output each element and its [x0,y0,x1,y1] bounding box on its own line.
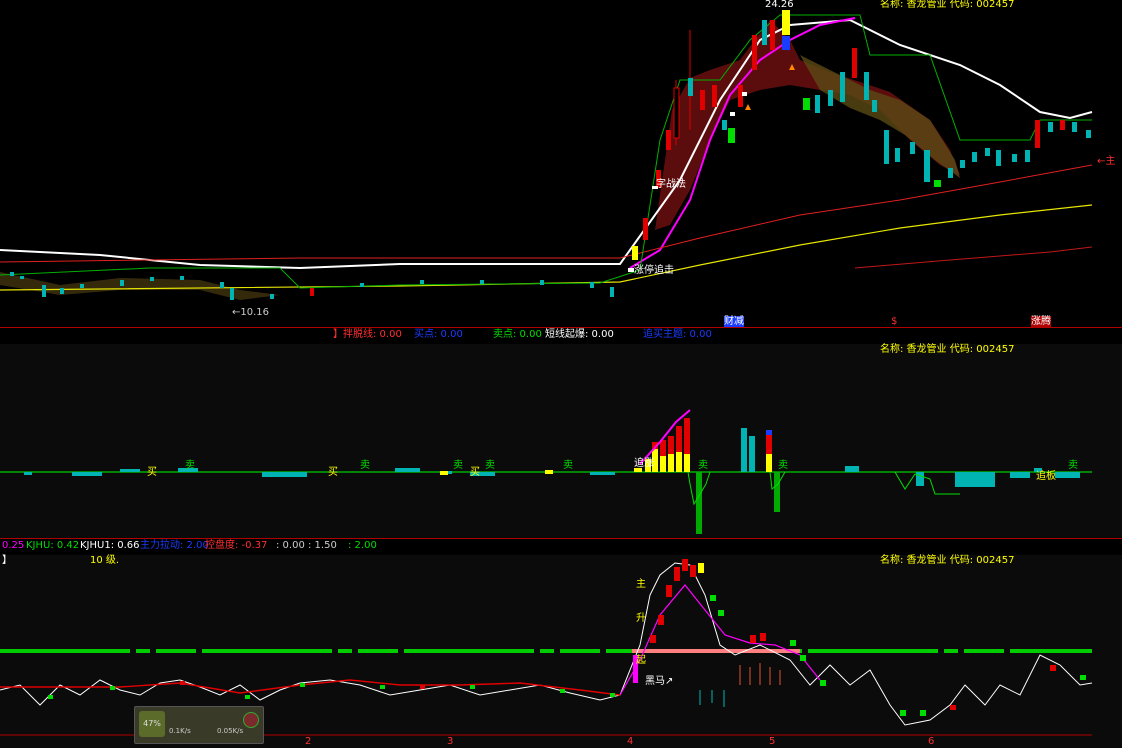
xaxis-tick: 6 [928,736,935,747]
indicator-2-1: KJHU: 0.42 [26,540,80,551]
indicator-1-2: 卖点: 0.00 [493,329,542,340]
annotation-zifa: 字战法 [656,179,686,190]
label-heima: 黑马↗ [645,676,674,687]
panel1-title: 名称: 香龙管业 代码: 002457 [880,0,1015,10]
cup-icon: 47% [139,711,165,737]
yellow-ma [0,204,1093,291]
indicator-1-4: 追买主题: 0.00 [643,329,712,340]
price-low-label: ←10.16 [232,307,270,318]
indicator-2-2: KJHU1: 0.66 [80,540,140,551]
sell-label: 卖 [185,460,195,471]
signal-svg [0,344,1122,538]
indicator-bar-1: 】拌脱线: 0.00 买点: 0.00 卖点: 0.00 短线起爆: 0.00 … [0,328,1122,344]
price-chart-panel[interactable]: 名称: 香龙管业 代码: 002457 24.26 ←10.16 涨停追击 字战… [0,0,1122,328]
indicator-bar-2: 0.25 KJHU: 0.42 KJHU1: 0.66 主力拉动: 2.00 控… [0,539,1122,555]
marker [730,112,735,116]
panel3-title: 名称: 香龙管业 代码: 002457 [880,555,1015,566]
label-qi: 起 [636,655,646,666]
price-chart-svg [0,10,1093,300]
indicator-2-5: : 0.00 : 1.50 [276,540,337,551]
indicator-2-3: 主力拉动: 2.00 [140,540,209,551]
xaxis-tick: 3 [447,736,454,747]
xaxis-tick: 4 [627,736,634,747]
speed-down: 0.05K/s [217,727,244,735]
level-label: 10 级. [90,555,120,566]
buy-label: 买 [470,467,480,478]
zhuiji-label: 追涨 [634,458,654,469]
magenta-ma [629,17,856,269]
label-sheng: 升 [636,613,646,624]
buy-label: 买 [328,467,338,478]
signal-panel[interactable]: 名称: 香龙管业 代码: 002457 买 买 买 卖 卖 卖 卖 卖 卖 卖 … [0,344,1122,538]
indicator-2-4: 控盘度: -0.37 [205,540,268,551]
indicator-2-6: : 2.00 [348,540,377,551]
indicator-2-0: 0.25 [2,540,25,551]
sell-label: 卖 [360,460,370,471]
sell-label: 卖 [778,460,788,471]
annotation-zhangting: 涨停追击 [634,265,674,276]
sell-label: 卖 [485,460,495,471]
speed-up: 0.1K/s [169,727,191,735]
price-high-label: 24.26 [765,0,794,10]
annotation-zhu: ←主 [1097,156,1116,167]
sell-label: 卖 [563,460,573,471]
sell-label: 卖 [1068,460,1078,471]
panel2-title: 名称: 香龙管业 代码: 002457 [880,344,1015,355]
zhuiji2-label: 追板 [1036,471,1056,482]
red-ma-2 [854,246,1093,269]
indicator-1-3: 短线起爆: 0.00 [545,329,614,340]
label-zhu: 主 [636,579,646,590]
xaxis-tick: 5 [769,736,776,747]
marker [745,104,751,110]
sell-label: 卖 [453,460,463,471]
network-speed-widget[interactable]: 47% 0.1K/s 0.05K/s [134,706,264,744]
indicator-1-0: 】拌脱线: 0.00 [333,329,402,340]
panel3-bracket: 】 [2,555,12,566]
indicator-1-1: 买点: 0.00 [414,329,463,340]
widget-toggle-icon[interactable] [243,712,259,728]
buy-label: 买 [147,467,157,478]
xaxis-tick: 2 [305,736,312,747]
marker [742,92,747,96]
sell-label: 卖 [698,460,708,471]
